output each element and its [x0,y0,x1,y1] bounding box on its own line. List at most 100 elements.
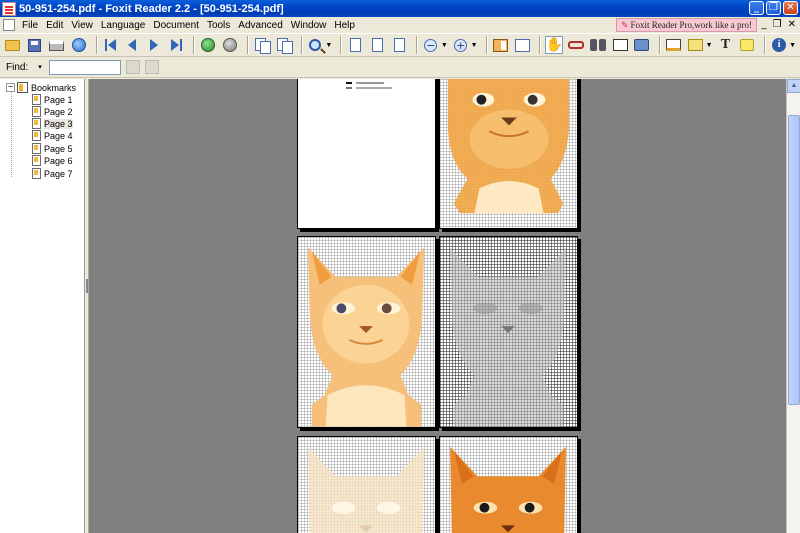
bookmark-page-5[interactable]: Page 5 [32,143,73,154]
toolbar-separator [300,36,303,54]
window-controls: _ ❐ ✕ [749,1,798,15]
menu-advanced[interactable]: Advanced [235,20,287,31]
info-icon[interactable]: i [770,36,788,54]
doc-close-button[interactable]: ✕ [788,19,796,30]
scroll-up-icon[interactable]: ▲ [787,79,800,93]
bookmark-page-icon [32,130,41,141]
snapshot-frame-icon[interactable] [611,36,629,54]
find-label: Find: [6,61,29,73]
previous-page-icon[interactable] [123,36,141,54]
typewriter-icon[interactable] [665,36,683,54]
first-page-icon[interactable] [102,36,120,54]
pdf-page-legend[interactable] [297,79,436,229]
fit-page-icon[interactable] [368,36,386,54]
open-folder-icon[interactable] [4,36,22,54]
maximize-button[interactable]: ❐ [766,1,781,15]
cat-pattern-image [450,446,566,533]
tree-connector-lines [11,89,12,177]
document-view[interactable] [89,79,786,533]
zoom-dropdown-icon[interactable]: ▼ [325,42,332,49]
minimize-button[interactable]: _ [749,1,764,15]
find-toolbar: Find: ▾ [0,57,800,78]
pro-promo-link[interactable]: Foxit Reader Pro,work like a pro! [616,18,758,32]
bookmark-page-6[interactable]: Page 6 [32,155,73,166]
menu-file[interactable]: File [19,20,43,31]
rotate-right-icon[interactable] [275,36,293,54]
find-options-dropdown[interactable]: ▾ [38,63,42,71]
bookmark-page-2[interactable]: Page 2 [32,106,73,117]
bookmark-label: Page 2 [44,106,73,117]
pdf-page-cat-color-3[interactable] [439,436,578,533]
info-dropdown-icon[interactable]: ▼ [789,42,796,49]
cat-pattern-image [307,247,425,427]
find-input[interactable] [48,59,121,75]
scroll-thumb[interactable] [788,115,800,405]
bookmarks-panel: − Bookmarks Page 1 Page 2 Page 3 Page 4 … [0,79,85,533]
bookmark-page-icon [32,94,41,105]
last-page-icon[interactable] [167,36,185,54]
menu-view[interactable]: View [68,20,98,31]
print-icon[interactable] [48,36,66,54]
bookmarks-root[interactable]: − Bookmarks [6,82,76,93]
go-back-icon[interactable] [199,36,217,54]
menu-help[interactable]: Help [331,20,360,31]
toolbar-separator [246,36,249,54]
cat-symbol-chart-image [449,247,567,427]
snapshot-camera-icon[interactable] [633,36,651,54]
toolbar-separator [95,36,98,54]
note-icon[interactable] [738,36,756,54]
fit-width-icon[interactable] [390,36,408,54]
document-window-controls: _ ❐ ✕ [762,19,796,30]
pdf-page-cat-symbols[interactable] [439,236,578,428]
close-button[interactable]: ✕ [783,1,798,15]
thumbnails-panel-icon[interactable] [513,36,531,54]
menu-document[interactable]: Document [150,20,204,31]
cat-pattern-image [447,79,570,214]
bookmark-page-1[interactable]: Page 1 [32,94,73,105]
foxit-app-icon[interactable] [2,1,16,16]
legend-swatch [346,82,352,84]
find-icon[interactable] [589,36,607,54]
reading-glasses-icon[interactable] [567,36,585,54]
actual-size-icon[interactable] [346,36,364,54]
menu-edit[interactable]: Edit [43,20,68,31]
document-icon[interactable] [3,19,15,31]
zoom-out-dropdown-icon[interactable]: ▼ [441,42,448,49]
find-previous-icon[interactable] [125,60,140,74]
go-forward-icon[interactable] [221,36,239,54]
window-title: 50-951-254.pdf - Foxit Reader 2.2 - [50-… [19,2,284,15]
text-tool-icon[interactable]: T [717,36,735,54]
next-page-icon[interactable] [145,36,163,54]
splitter-grip[interactable] [86,279,88,293]
zoom-in-icon[interactable]: + [452,36,470,54]
doc-minimize-button[interactable]: _ [762,19,767,30]
toolbar-separator [340,36,343,54]
bookmarks-panel-icon[interactable] [492,36,510,54]
find-next-icon[interactable] [144,60,159,74]
bookmark-page-icon [32,155,41,166]
highlight-icon[interactable] [687,36,705,54]
email-icon[interactable] [70,36,88,54]
bookmark-label: Page 3 [44,118,73,129]
bookmark-page-4[interactable]: Page 4 [32,130,73,141]
doc-restore-button[interactable]: ❐ [773,19,782,30]
hand-tool-icon[interactable]: ✋ [545,36,564,54]
menu-language[interactable]: Language [98,20,151,31]
zoom-icon[interactable] [307,36,325,54]
rotate-left-icon[interactable] [253,36,271,54]
main-toolbar: ▼ − ▼ + ▼ ✋ ▼ T i ▼ [0,33,800,57]
bookmark-page-7[interactable]: Page 7 [32,168,73,179]
zoom-out-icon[interactable]: − [422,36,440,54]
highlight-dropdown-icon[interactable]: ▼ [706,42,713,49]
bookmark-page-3[interactable]: Page 3 [32,118,73,129]
cat-pattern-image [308,446,424,533]
menu-tools[interactable]: Tools [204,20,235,31]
zoom-in-dropdown-icon[interactable]: ▼ [471,42,478,49]
pdf-page-cat-color-1[interactable] [439,79,578,229]
collapse-toggle[interactable]: − [6,83,15,92]
menu-window[interactable]: Window [288,20,332,31]
pdf-page-cat-faded[interactable] [297,436,436,533]
pdf-page-cat-color-2[interactable] [297,236,436,428]
vertical-scrollbar[interactable]: ▲ [786,79,800,533]
save-icon[interactable] [26,36,44,54]
